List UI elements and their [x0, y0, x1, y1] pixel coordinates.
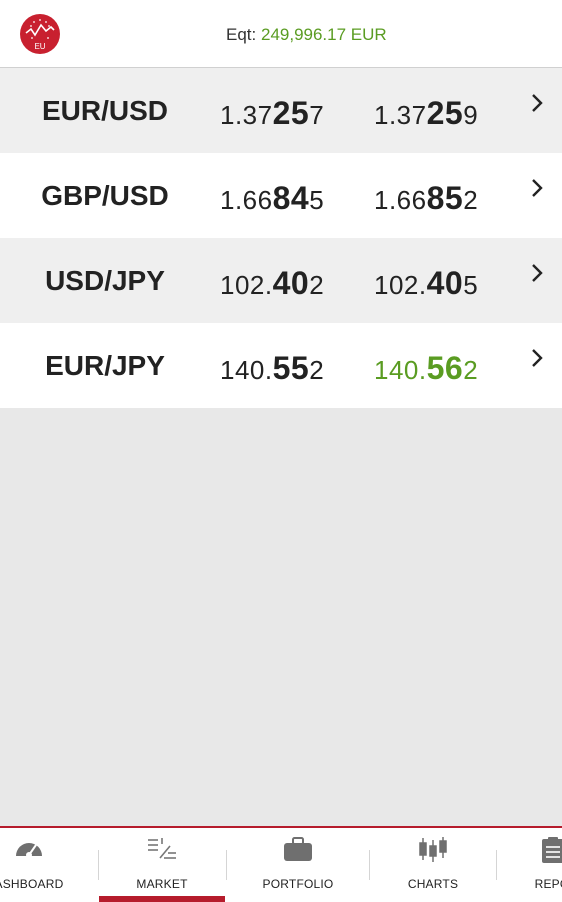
tab-label: MARKET — [136, 877, 188, 891]
quote-row-gbpusd[interactable]: GBP/USD 1.66845 1.66852 — [0, 153, 562, 238]
quote-list: EUR/USD 1.37257 1.37259 GBP/USD 1.66845 … — [0, 68, 562, 408]
tab-label: PORTFOLIO — [262, 877, 334, 891]
app-logo-icon[interactable]: EU — [19, 13, 61, 55]
tab-label: REPO — [534, 877, 562, 891]
ask-price[interactable]: 1.37259 — [374, 68, 478, 153]
briefcase-icon — [284, 837, 312, 861]
bid-price[interactable]: 1.66845 — [220, 153, 324, 238]
quote-row-eurusd[interactable]: EUR/USD 1.37257 1.37259 — [0, 68, 562, 153]
logo-text: EU — [34, 42, 45, 51]
tab-charts[interactable]: CHARTS — [370, 828, 496, 900]
tab-dashboard[interactable]: ASHBOARD — [0, 828, 98, 900]
clipboard-icon — [542, 837, 562, 863]
currency-pair: USD/JPY — [45, 265, 165, 296]
currency-pair: EUR/JPY — [45, 350, 165, 381]
gauge-icon — [16, 843, 42, 858]
tab-label: CHARTS — [407, 877, 459, 891]
tab-market[interactable]: MARKET — [99, 828, 225, 902]
currency-pair: GBP/USD — [41, 180, 169, 211]
chevron-right-icon[interactable] — [527, 238, 547, 323]
equity-label: Eqt: — [226, 25, 257, 44]
quote-row-usdjpy[interactable]: USD/JPY 102.402 102.405 — [0, 238, 562, 323]
bid-price[interactable]: 140.552 — [220, 323, 324, 408]
equity-display: Eqt: 249,996.17 EUR — [226, 25, 387, 45]
tab-portfolio[interactable]: PORTFOLIO — [227, 828, 369, 900]
chevron-right-icon[interactable] — [527, 68, 547, 153]
ask-price[interactable]: 1.66852 — [374, 153, 478, 238]
market-list-icon — [148, 838, 176, 859]
bid-price[interactable]: 1.37257 — [220, 68, 324, 153]
quote-row-eurjpy[interactable]: EUR/JPY 140.552 140.562 — [0, 323, 562, 408]
chevron-right-icon[interactable] — [527, 323, 547, 408]
bid-price[interactable]: 102.402 — [220, 238, 324, 323]
currency-pair: EUR/USD — [41, 95, 168, 126]
tab-label: ASHBOARD — [0, 877, 64, 891]
ask-price[interactable]: 140.562 — [374, 323, 478, 408]
bottom-tab-bar: ASHBOARD MARKET PORTFOLIO CHARTS REP — [0, 826, 562, 902]
app-header: EU Eqt: 249,996.17 EUR — [0, 0, 562, 68]
candlestick-chart-icon — [419, 837, 447, 862]
tab-reports[interactable]: REPO — [497, 828, 562, 900]
ask-price[interactable]: 102.405 — [374, 238, 478, 323]
chevron-right-icon[interactable] — [527, 153, 547, 238]
equity-value: 249,996.17 EUR — [260, 25, 387, 44]
